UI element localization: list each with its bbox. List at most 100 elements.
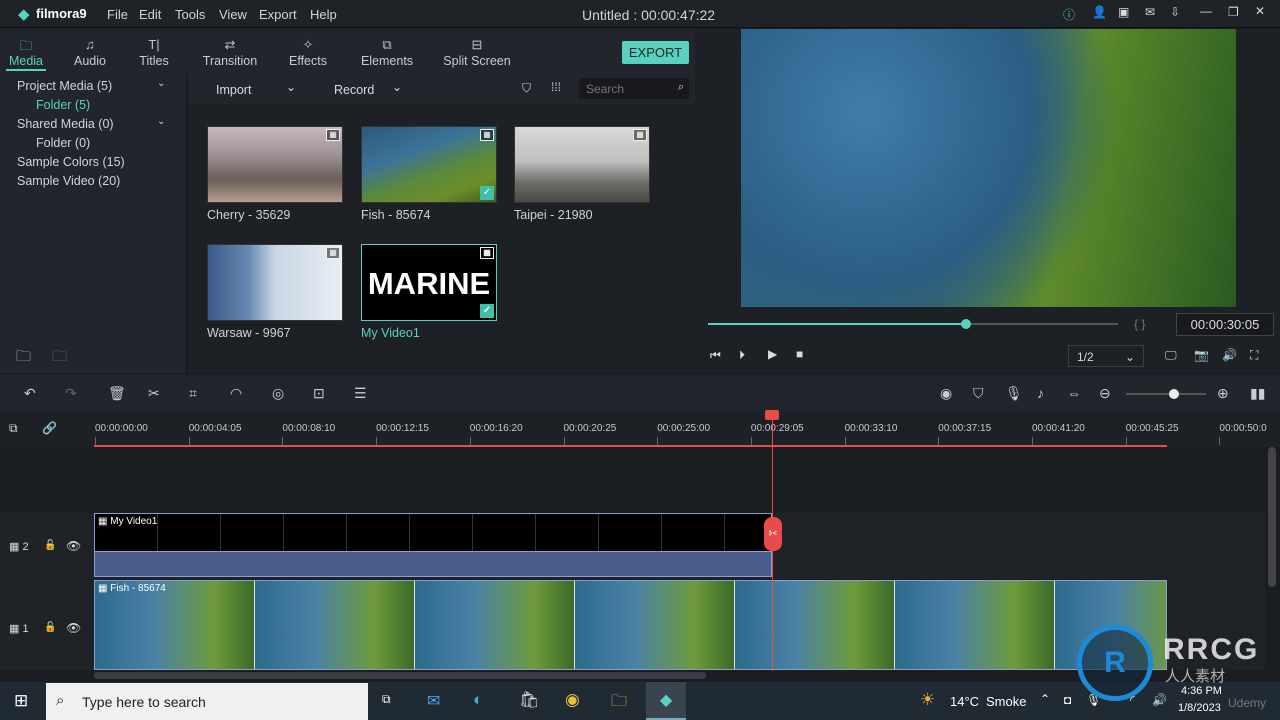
sidebar-sample-video[interactable]: Sample Video (20) [17,174,120,188]
taskbar-search[interactable]: ⌕ Type here to search [46,683,368,720]
snapshot-icon[interactable]: 📷 [1194,348,1209,362]
tab-titles[interactable]: T| Titles [134,37,174,68]
split-scissors-icon[interactable]: ✂ [764,517,782,551]
vertical-scrollbar[interactable] [1268,447,1276,587]
delete-folder-icon[interactable]: 🗀 [52,346,67,371]
tab-audio[interactable]: ♫ Audio [70,37,110,68]
chevron-down-icon[interactable]: ⌄ [157,78,165,89]
quality-select[interactable]: 1/2 ⌄ [1068,345,1144,367]
sidebar-sample-colors[interactable]: Sample Colors (15) [17,155,125,169]
video-preview[interactable] [741,29,1236,307]
camera-icon[interactable]: ◘ [1064,693,1071,707]
record-dropdown[interactable]: Record [334,83,374,97]
undo-icon[interactable]: ↶ [24,385,36,402]
menu-tools[interactable]: Tools [175,7,205,22]
clip-my-video1[interactable]: ▦ My Video1 [94,513,772,577]
display-icon[interactable]: 🖵 [1165,348,1177,363]
minimize-button[interactable]: — [1200,4,1212,18]
task-view-icon[interactable]: ⧉ [382,692,391,707]
menu-export[interactable]: Export [259,7,297,22]
adjust-icon[interactable]: ☰ [354,385,367,402]
play-icon[interactable]: ▶ [768,347,777,361]
new-folder-icon[interactable]: 🗀 [16,346,31,371]
filmora-taskbar-button[interactable]: ◆ [646,682,686,720]
zoom-out-icon[interactable]: ⊖ [1099,385,1111,402]
menu-help[interactable]: Help [310,7,337,22]
clip-fish[interactable]: ▦ Fish - 85674 [94,580,1167,670]
redo-icon[interactable]: ↷ [65,385,77,402]
windows-start-icon[interactable]: ⊞ [14,691,28,711]
mail-icon[interactable]: ✉ [427,691,440,711]
volume-icon[interactable]: 🔊 [1222,348,1237,362]
cut-icon[interactable]: ✂ [148,385,160,402]
fullscreen-icon[interactable]: ⛶ [1250,348,1258,363]
save-icon[interactable]: ▣ [1118,5,1129,19]
timeline-ruler[interactable]: ⧉ 🔗 00:00:00:00 00:00:04:05 00:00:08:10 00:… [0,411,1280,447]
volume-icon[interactable]: 🔊 [1152,693,1167,707]
add-track-icon[interactable]: ⧉ [9,421,18,436]
lock-icon[interactable]: 🔓 [44,622,56,633]
zoom-handle[interactable] [1169,389,1179,399]
chevron-down-icon[interactable]: ⌄ [286,80,296,94]
previous-frame-icon[interactable]: ⏮ [710,348,721,363]
fit-timeline-icon[interactable]: ⇔ [1067,385,1081,401]
import-dropdown[interactable]: Import [216,83,251,97]
clock-date[interactable]: 1/8/2023 [1178,702,1221,714]
download-icon[interactable]: ⇩ [1170,5,1180,19]
edge-icon[interactable]: ◐ [473,690,483,710]
link-icon[interactable]: 🔗 [42,421,57,435]
maximize-button[interactable]: ❐ [1228,5,1239,19]
info-icon[interactable]: ⓘ [1063,6,1075,23]
marker-icon[interactable]: ⛉ [973,385,984,402]
mark-in-out-icon[interactable]: { } [1134,317,1145,331]
green-screen-icon[interactable]: ⊡ [313,385,325,402]
horizontal-scrollbar[interactable] [94,672,706,679]
panel-toggle-icon[interactable]: ▮▮ [1250,385,1265,402]
filter-icon[interactable]: ⛉ [522,81,531,96]
audio-mixer-icon[interactable]: ♪ [1037,385,1044,401]
eye-icon[interactable]: 👁 [66,621,81,635]
delete-icon[interactable]: 🗑 [108,385,126,402]
playback-progress[interactable] [708,319,1118,329]
microphone-icon[interactable]: 🎙 [1005,385,1023,402]
zoom-slider[interactable] [1126,389,1206,399]
speed-icon[interactable]: ◠ [230,385,242,402]
media-item-fish[interactable]: ▦ ✓ [361,126,497,203]
search-icon[interactable]: ⌕ [678,81,684,94]
render-icon[interactable]: ◉ [940,385,952,402]
menu-view[interactable]: View [219,7,247,22]
stop-icon[interactable]: ■ [796,347,803,361]
tab-transition[interactable]: ⇄ Transition [200,37,260,68]
zoom-in-icon[interactable]: ⊕ [1217,385,1229,402]
search-input[interactable]: Search ⌕ [579,78,689,99]
tab-split-screen[interactable]: ⊟ Split Screen [443,37,511,68]
media-item-warsaw[interactable]: ▦ [207,244,343,321]
color-icon[interactable]: ◎ [272,385,284,402]
store-icon[interactable]: 🛍 [519,690,539,710]
sidebar-folder[interactable]: Folder (5) [36,98,90,112]
chevron-down-icon[interactable]: ⌄ [157,116,165,127]
sidebar-shared-media[interactable]: Shared Media (0) [17,117,114,131]
crop-icon[interactable]: ⌗ [189,385,197,402]
close-button[interactable]: ✕ [1255,4,1265,18]
playhead-handle[interactable] [765,410,779,420]
weather-text[interactable]: Smoke [986,694,1026,709]
tab-elements[interactable]: ⧉ Elements [357,37,417,68]
play-pause-icon[interactable]: ⏵ [739,348,745,363]
chevron-down-icon[interactable]: ⌄ [392,80,402,94]
sidebar-project-media[interactable]: Project Media (5) [17,79,112,93]
chevron-up-icon[interactable]: ⌃ [1040,692,1050,706]
file-explorer-icon[interactable]: 🗀 [611,690,627,717]
chrome-icon[interactable]: ◉ [565,690,580,710]
tab-effects[interactable]: ✧ Effects [283,37,333,68]
account-icon[interactable]: 👤 [1092,5,1107,19]
menu-file[interactable]: File [107,7,128,22]
clock-time[interactable]: 4:36 PM [1181,685,1222,697]
grid-view-icon[interactable]: ⁞⁞⁞ [551,80,561,94]
eye-icon[interactable]: 👁 [66,539,81,553]
media-item-taipei[interactable]: ▦ [514,126,650,203]
progress-handle[interactable] [961,319,972,329]
lock-icon[interactable]: 🔓 [44,540,56,551]
gift-icon[interactable]: ✉ [1145,5,1155,19]
tab-media[interactable]: 🗀 Media [6,37,46,71]
